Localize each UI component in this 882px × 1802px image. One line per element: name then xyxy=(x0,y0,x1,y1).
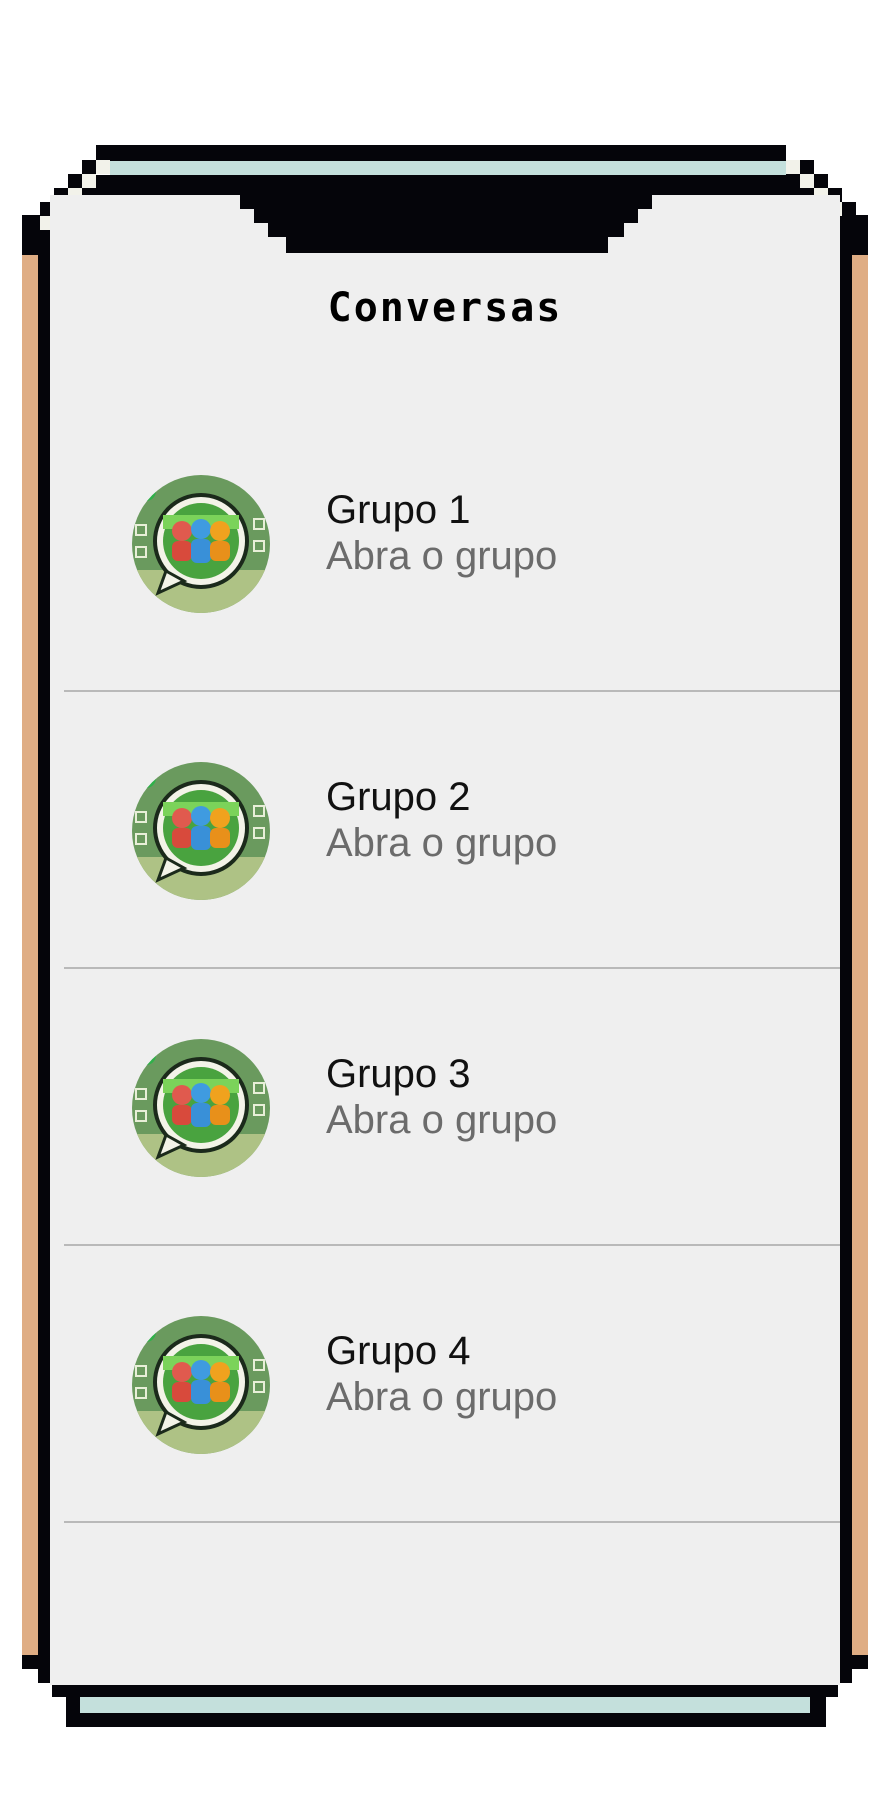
chat-list-item-group-2[interactable]: Grupo 2 Abra o grupo xyxy=(64,692,840,969)
chat-name: Grupo 4 xyxy=(326,1328,471,1373)
chat-subtitle: Abra o grupo xyxy=(326,820,558,865)
group-chat-icon xyxy=(132,1038,270,1177)
chat-list-item-group-4[interactable]: Grupo 4 Abra o grupo xyxy=(64,1246,840,1523)
chat-name: Grupo 3 xyxy=(326,1051,471,1096)
chat-name: Grupo 2 xyxy=(326,774,471,819)
notch xyxy=(240,195,652,253)
chat-subtitle: Abra o grupo xyxy=(326,1097,558,1142)
chat-subtitle: Abra o grupo xyxy=(326,533,558,578)
chat-list-item-group-1[interactable]: Grupo 1 Abra o grupo xyxy=(64,435,840,692)
chat-texts: Grupo 3 Abra o grupo xyxy=(326,1051,557,1143)
group-chat-icon xyxy=(132,1315,270,1454)
chat-texts: Grupo 2 Abra o grupo xyxy=(326,774,557,866)
chat-subtitle: Abra o grupo xyxy=(326,1374,558,1419)
chat-name: Grupo 1 xyxy=(326,487,471,532)
chat-list-item-group-3[interactable]: Grupo 3 Abra o grupo xyxy=(64,969,840,1246)
chat-list: Grupo 1 Abra o grupo Grupo 2 Abra o grup… xyxy=(64,435,840,1523)
chat-texts: Grupo 4 Abra o grupo xyxy=(326,1328,557,1420)
page-title: Conversas xyxy=(327,285,563,331)
phone-screen: Conversas Grupo 1 Abra o grupo Grupo 2 A… xyxy=(50,195,840,1685)
group-chat-icon xyxy=(132,474,270,613)
chat-texts: Grupo 1 Abra o grupo xyxy=(326,487,557,579)
group-chat-icon xyxy=(132,761,270,900)
